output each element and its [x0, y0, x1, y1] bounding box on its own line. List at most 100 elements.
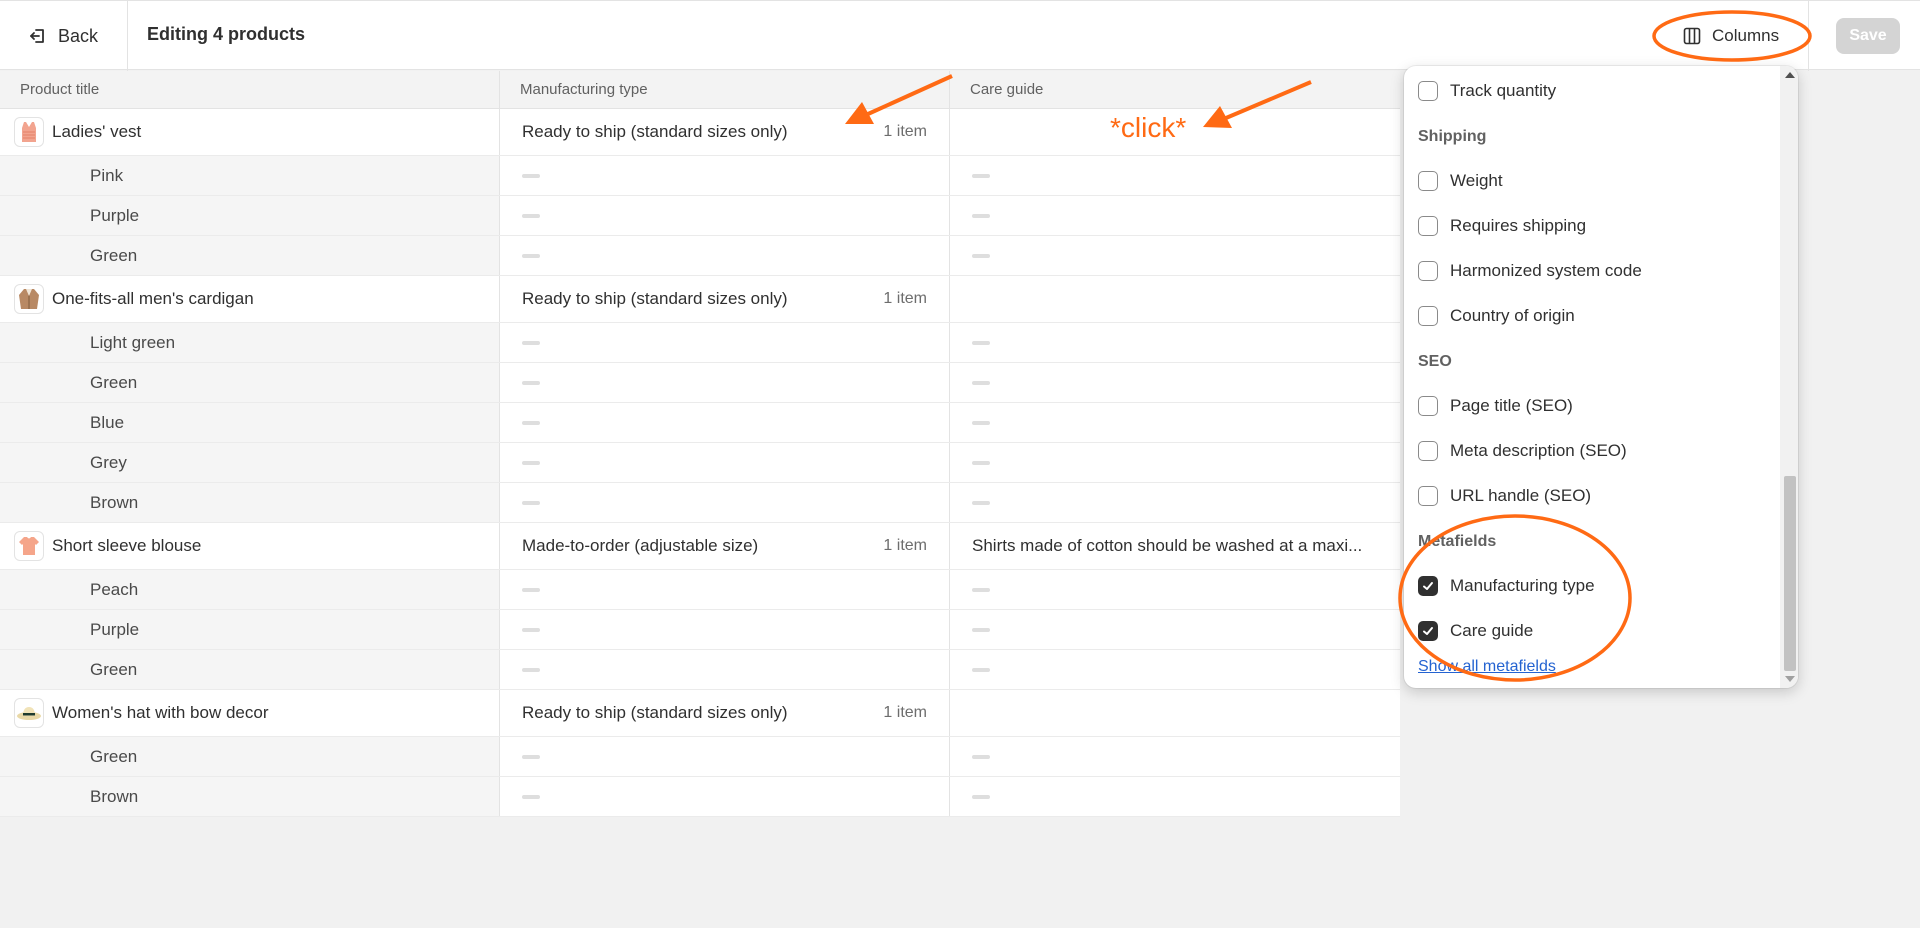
save-button[interactable]: Save [1836, 18, 1900, 54]
manufacturing-type-cell[interactable] [500, 570, 950, 609]
show-all-metafields-link[interactable]: Show all metafields [1418, 658, 1556, 676]
care-guide-cell[interactable] [950, 276, 1400, 322]
empty-value-dash [522, 794, 540, 799]
care-guide-cell[interactable] [950, 363, 1400, 402]
care-guide-cell[interactable] [950, 443, 1400, 482]
column-option[interactable]: Page title (SEO) [1418, 396, 1573, 416]
column-option[interactable]: Country of origin [1418, 306, 1575, 326]
care-guide-cell[interactable] [950, 777, 1400, 816]
empty-value-dash [972, 420, 990, 425]
care-guide-cell[interactable] [950, 690, 1400, 736]
column-option[interactable]: URL handle (SEO) [1418, 486, 1591, 506]
product-title-cell[interactable]: Short sleeve blouse [0, 523, 500, 569]
variant-title: Green [0, 737, 500, 776]
popover-scrollbar[interactable] [1780, 66, 1798, 688]
empty-value-dash [522, 340, 540, 345]
product-title: Short sleeve blouse [52, 536, 202, 555]
checkbox-icon[interactable] [1418, 81, 1438, 101]
variant-title: Pink [0, 156, 500, 195]
scroll-down-arrow-icon[interactable] [1785, 676, 1795, 682]
column-option[interactable]: Manufacturing type [1418, 576, 1595, 596]
columns-icon [1683, 27, 1701, 45]
column-option-label: Country of origin [1450, 306, 1575, 325]
care-guide-cell[interactable] [950, 570, 1400, 609]
manufacturing-type-cell[interactable]: Ready to ship (standard sizes only) 1 ite… [500, 276, 950, 322]
checkbox-checked-icon[interactable] [1418, 576, 1438, 596]
care-guide-cell[interactable] [950, 236, 1400, 275]
care-guide-cell[interactable] [950, 323, 1400, 362]
product-title-cell[interactable]: One-fits-all men's cardigan [0, 276, 500, 322]
table-row: Short sleeve blouse Made-to-order (adjust… [0, 523, 1400, 570]
manufacturing-type-cell[interactable] [500, 363, 950, 402]
manufacturing-type-cell[interactable] [500, 403, 950, 442]
checkbox-icon[interactable] [1418, 396, 1438, 416]
column-option-label: Track quantity [1450, 81, 1557, 100]
manufacturing-type-cell[interactable] [500, 323, 950, 362]
manufacturing-type-cell[interactable] [500, 156, 950, 195]
variant-row: Brown [0, 483, 1400, 523]
checkbox-icon[interactable] [1418, 486, 1438, 506]
columns-button[interactable]: Columns [1668, 17, 1793, 55]
column-option[interactable]: Harmonized system code [1418, 261, 1642, 281]
column-header-product-title[interactable]: Product title [0, 71, 500, 108]
manufacturing-type-cell[interactable] [500, 737, 950, 776]
column-option[interactable]: Meta description (SEO) [1418, 441, 1627, 461]
top-bar: Back Editing 4 products Columns Save [0, 0, 1920, 71]
manufacturing-type-cell[interactable] [500, 483, 950, 522]
manufacturing-type-cell[interactable]: Ready to ship (standard sizes only) 1 ite… [500, 690, 950, 736]
column-header-care-guide[interactable]: Care guide [950, 71, 1400, 108]
care-guide-cell[interactable] [950, 156, 1400, 195]
empty-value-dash [972, 587, 990, 592]
checkbox-icon[interactable] [1418, 171, 1438, 191]
manufacturing-type-value: Ready to ship (standard sizes only) [522, 703, 788, 722]
manufacturing-type-cell[interactable] [500, 650, 950, 689]
variant-title: Blue [0, 403, 500, 442]
manufacturing-type-cell[interactable] [500, 443, 950, 482]
care-guide-cell[interactable] [950, 650, 1400, 689]
column-option-label: Harmonized system code [1450, 261, 1642, 280]
column-header-manufacturing-type[interactable]: Manufacturing type [500, 71, 950, 108]
product-title-cell[interactable]: Women's hat with bow decor [0, 690, 500, 736]
divider [127, 1, 128, 71]
scroll-thumb[interactable] [1784, 476, 1796, 671]
empty-value-dash [972, 667, 990, 672]
manufacturing-type-cell[interactable] [500, 196, 950, 235]
scroll-up-arrow-icon[interactable] [1785, 72, 1795, 78]
care-guide-cell[interactable] [950, 610, 1400, 649]
care-guide-cell[interactable] [950, 483, 1400, 522]
manufacturing-type-cell[interactable] [500, 236, 950, 275]
column-option-label: Manufacturing type [1450, 576, 1595, 595]
column-option[interactable]: Weight [1418, 171, 1503, 191]
care-guide-cell[interactable] [950, 737, 1400, 776]
table-body: Ladies' vest Ready to ship (standard size… [0, 109, 1400, 817]
care-guide-cell[interactable] [950, 196, 1400, 235]
checkbox-icon[interactable] [1418, 441, 1438, 461]
checkbox-icon[interactable] [1418, 216, 1438, 236]
variant-row: Green [0, 236, 1400, 276]
care-guide-cell[interactable]: Shirts made of cotton should be washed a… [950, 523, 1400, 569]
manufacturing-type-cell[interactable]: Ready to ship (standard sizes only) 1 ite… [500, 109, 950, 155]
manufacturing-type-cell[interactable]: Made-to-order (adjustable size) 1 item [500, 523, 950, 569]
variant-title: Brown [0, 777, 500, 816]
product-title-cell[interactable]: Ladies' vest [0, 109, 500, 155]
checkbox-checked-icon[interactable] [1418, 621, 1438, 641]
column-option-label: Requires shipping [1450, 216, 1587, 235]
care-guide-cell[interactable] [950, 403, 1400, 442]
column-option-label: Meta description (SEO) [1450, 441, 1627, 460]
blouse-icon [14, 531, 44, 561]
column-option[interactable]: Requires shipping [1418, 216, 1586, 236]
empty-value-dash [522, 627, 540, 632]
checkbox-icon[interactable] [1418, 261, 1438, 281]
column-option[interactable]: Care guide [1418, 621, 1533, 641]
manufacturing-type-cell[interactable] [500, 610, 950, 649]
back-button[interactable]: Back [18, 19, 108, 53]
page-title: Editing 4 products [147, 24, 306, 44]
checkbox-icon[interactable] [1418, 306, 1438, 326]
variant-title: Light green [0, 323, 500, 362]
column-option[interactable]: Track quantity [1418, 81, 1556, 101]
empty-value-dash [972, 380, 990, 385]
empty-value-dash [522, 173, 540, 178]
variant-title: Purple [0, 196, 500, 235]
manufacturing-type-cell[interactable] [500, 777, 950, 816]
variant-row: Purple [0, 196, 1400, 236]
